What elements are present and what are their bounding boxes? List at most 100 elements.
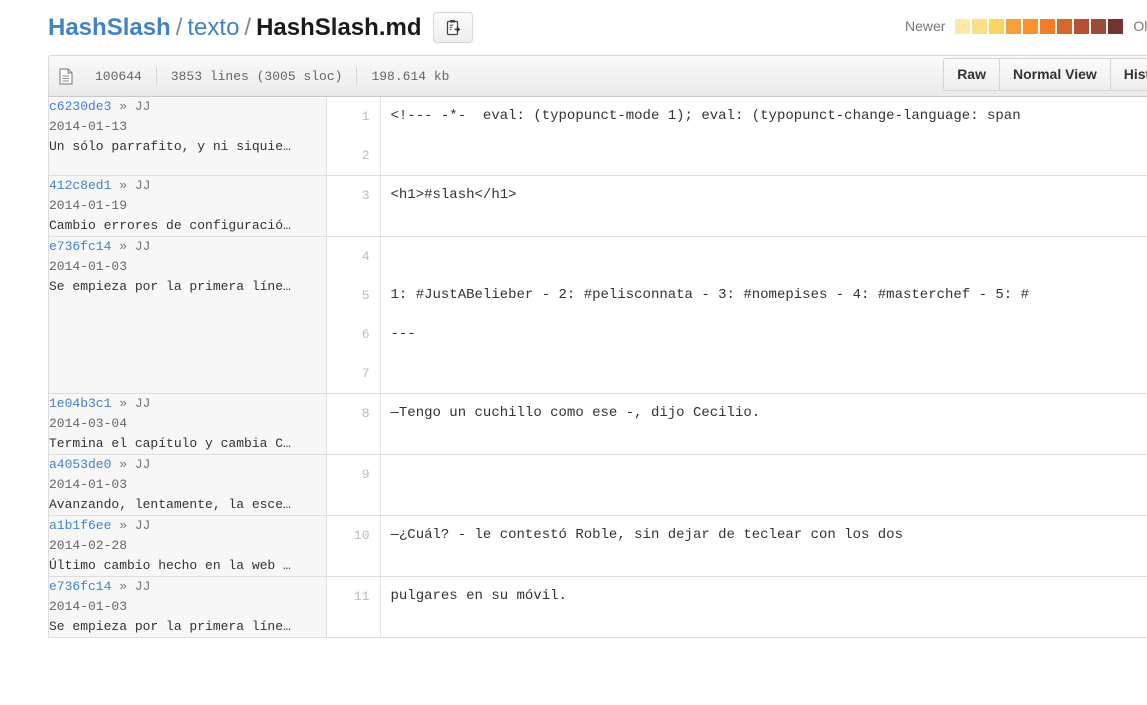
file-size: 198.614 kb	[371, 68, 450, 84]
breadcrumb-repo-link[interactable]: HashSlash	[48, 14, 171, 41]
blame-table-body: c6230de3 » JJ 2014-01-13 Un sólo parrafito…	[49, 97, 1147, 638]
age-swatch-10[interactable]	[1108, 18, 1124, 34]
blame-table-container: c6230de3 » JJ 2014-01-13 Un sólo parrafito…	[48, 97, 1147, 638]
code-cell: pulgares en su móvil.	[380, 576, 1147, 638]
code-line: <h1>#slash</h1>	[390, 187, 517, 203]
code-line: 1: #JustABelieber - 2: #pelisconnata - 3…	[390, 287, 1030, 303]
commit-sha-link[interactable]: a4053de0	[49, 457, 111, 472]
age-swatch-9[interactable]	[1091, 18, 1107, 34]
copy-path-button[interactable]	[433, 12, 474, 43]
age-swatch-3[interactable]	[989, 18, 1005, 34]
line-number[interactable]: 4	[327, 237, 380, 276]
line-number[interactable]: 7	[327, 354, 380, 393]
commit-message: Se empieza por la primera líne…	[49, 619, 291, 634]
commit-sha-link[interactable]: c6230de3	[49, 99, 111, 114]
commit-sha-link[interactable]: e736fc14	[49, 239, 111, 254]
code-line: ---	[390, 326, 416, 342]
blame-commit-cell: c6230de3 » JJ 2014-01-13 Un sólo parrafito…	[49, 97, 327, 176]
blame-row: c6230de3 » JJ 2014-01-13 Un sólo parrafito…	[49, 97, 1147, 176]
commit-arrow-icon: »	[119, 99, 128, 114]
commit-author: JJ	[134, 178, 151, 193]
commit-date: 2014-01-03	[49, 477, 128, 492]
age-swatch-4[interactable]	[1006, 18, 1022, 34]
commit-message: Cambio errores de configuració…	[49, 218, 291, 233]
commit-arrow-icon: »	[119, 457, 128, 472]
code-line: —¿Cuál? - le contestó Roble, sin dejar d…	[390, 527, 903, 543]
commit-author: JJ	[134, 518, 151, 533]
commit-sha-link[interactable]: 412c8ed1	[49, 178, 111, 193]
commit-arrow-icon: »	[119, 579, 128, 594]
commit-message: Termina el capítulo y cambia C…	[49, 436, 291, 451]
view-button-normal-view[interactable]: Normal View	[999, 58, 1111, 91]
commit-author: JJ	[134, 457, 151, 472]
commit-sha-line: 412c8ed1 » JJ	[49, 176, 325, 196]
commit-date: 2014-01-03	[49, 599, 128, 614]
code-cell	[380, 454, 1147, 516]
blame-row: e736fc14 » JJ 2014-01-03 Se empieza por la…	[49, 576, 1147, 638]
line-number-cell: 11	[326, 576, 381, 638]
line-number[interactable]: 9	[327, 455, 380, 494]
view-button-raw[interactable]: Raw	[943, 58, 1000, 91]
commit-sha-link[interactable]: 1e04b3c1	[49, 396, 111, 411]
commit-message: Se empieza por la primera líne…	[49, 279, 291, 294]
age-swatch-2[interactable]	[972, 18, 988, 34]
blame-commit-cell: 412c8ed1 » JJ 2014-01-19 Cambio errores de…	[49, 175, 327, 237]
blame-commit-cell: e736fc14 » JJ 2014-01-03 Se empieza por la…	[49, 236, 327, 394]
file-mode: 100644	[95, 68, 142, 84]
age-swatch-6[interactable]	[1040, 18, 1056, 34]
line-number[interactable]: 6	[327, 315, 380, 354]
breadcrumb-dir-link[interactable]: texto	[187, 14, 239, 41]
line-number-cell: 3	[326, 175, 381, 237]
age-swatch-8[interactable]	[1074, 18, 1090, 34]
blame-commit-cell: e736fc14 » JJ 2014-01-03 Se empieza por la…	[49, 576, 327, 638]
file-line-count: 3853 lines (3005 sloc)	[170, 68, 343, 84]
code-line: <!--- -*- eval: (typopunct-mode 1); eval…	[390, 108, 1021, 124]
line-number[interactable]: 2	[327, 136, 380, 175]
commit-sha-line: 1e04b3c1 » JJ	[49, 394, 325, 414]
age-legend-newer-label: Newer	[904, 18, 946, 34]
line-number-cell: 10	[326, 515, 381, 577]
commit-arrow-icon: »	[119, 518, 128, 533]
line-number-cell: 12	[326, 97, 381, 176]
breadcrumb-filename: HashSlash.md	[256, 13, 422, 41]
code-cell: —¿Cuál? - le contestó Roble, sin dejar d…	[380, 515, 1147, 577]
commit-message: Avanzando, lentamente, la esce…	[49, 497, 291, 512]
line-number[interactable]: 11	[327, 577, 380, 616]
file-icon	[59, 67, 73, 85]
blame-row: a1b1f6ee » JJ 2014-02-28 Último cambio hec…	[49, 515, 1147, 577]
commit-message: Último cambio hecho en la web …	[49, 558, 291, 573]
commit-sha-link[interactable]: e736fc14	[49, 579, 111, 594]
code-cell: —Tengo un cuchillo como ese -, dijo Ceci…	[380, 393, 1147, 455]
file-meta: 100644 3853 lines (3005 sloc) 198.614 kb	[59, 67, 463, 85]
line-number-cell: 4567	[326, 236, 381, 394]
age-legend-older-label: Olde	[1133, 18, 1147, 34]
view-button-history[interactable]: History	[1110, 58, 1147, 91]
commit-arrow-icon: »	[119, 396, 128, 411]
commit-sha-line: c6230de3 » JJ	[49, 97, 325, 117]
line-number[interactable]: 3	[327, 176, 380, 215]
commit-sha-line: a4053de0 » JJ	[49, 455, 325, 475]
age-swatch-7[interactable]	[1057, 18, 1073, 34]
breadcrumb-separator-1: /	[175, 13, 183, 41]
line-number[interactable]: 5	[327, 276, 380, 315]
commit-age-legend: Newer Olde	[905, 18, 1147, 34]
commit-author: JJ	[134, 239, 151, 254]
line-number[interactable]: 1	[327, 97, 380, 136]
age-swatch-1[interactable]	[955, 18, 971, 34]
commit-sha-line: e736fc14 » JJ	[49, 237, 325, 257]
commit-sha-link[interactable]: a1b1f6ee	[49, 518, 111, 533]
commit-arrow-icon: »	[119, 239, 128, 254]
breadcrumb: HashSlash / texto / HashSlash.md	[48, 14, 421, 42]
line-number[interactable]: 8	[327, 394, 380, 433]
line-number[interactable]: 10	[327, 516, 380, 555]
commit-arrow-icon: »	[119, 178, 128, 193]
code-cell: <!--- -*- eval: (typopunct-mode 1); eval…	[380, 97, 1147, 176]
commit-date: 2014-01-19	[49, 198, 128, 213]
age-swatch-5[interactable]	[1023, 18, 1039, 34]
blame-commit-cell: 1e04b3c1 » JJ 2014-03-04 Termina el capítu…	[49, 393, 327, 455]
clipboard-icon	[444, 19, 462, 37]
